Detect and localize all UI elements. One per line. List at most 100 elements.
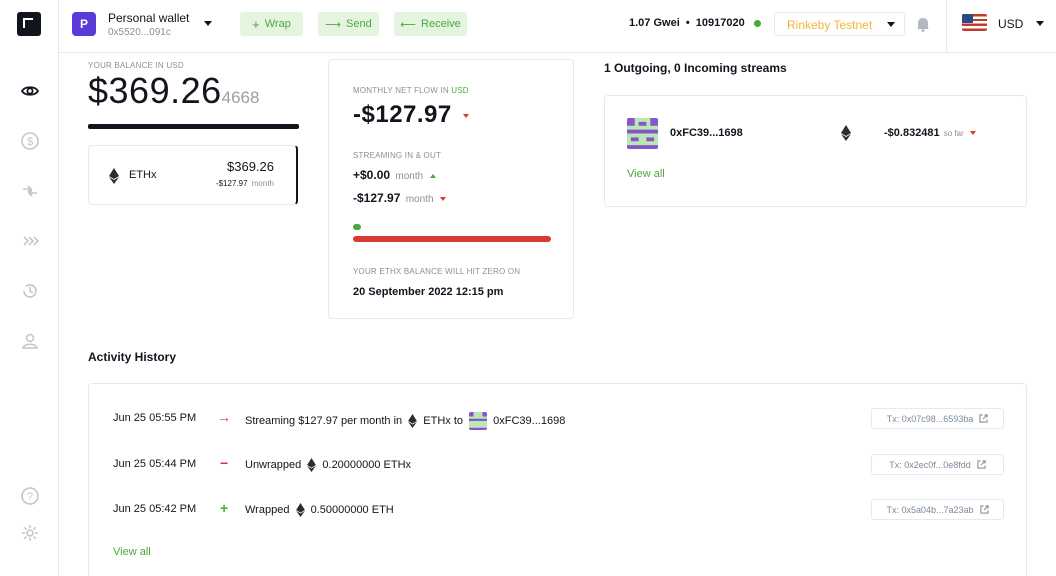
receive-label: Receive	[421, 18, 461, 30]
eth-icon	[307, 458, 317, 472]
app-root: $ ? P Personal wallet 0x5520...091c + Wr…	[0, 0, 1056, 576]
address-avatar-icon	[469, 412, 488, 430]
tx-hash: Tx: 0x5a04b...7a23ab	[886, 504, 974, 515]
stream-amount-value: -$0.832481	[884, 127, 940, 139]
wrap-label: Wrap	[264, 18, 291, 30]
balance-bar	[88, 124, 299, 129]
separator: •	[685, 17, 690, 29]
netflow-label: MONTHLY NET FLOW IN USD	[353, 86, 469, 95]
balance-main: $369.26	[88, 70, 222, 111]
stream-out-row: -$127.97 month	[353, 191, 446, 205]
tx-hash: Tx: 0x2ec0f...0e8fdd	[889, 459, 971, 470]
token-flow-value: -$127.97	[215, 179, 248, 188]
history-icon[interactable]	[17, 278, 43, 304]
token-flow: -$127.97 month	[216, 179, 274, 188]
eth-icon	[408, 414, 418, 428]
netflow-label-currency: USD	[451, 86, 469, 95]
send-label: Send	[346, 18, 372, 30]
svg-text:$: $	[27, 136, 33, 148]
tx-link-button[interactable]: Tx: 0x07c98...6593ba	[871, 408, 1004, 429]
eth-icon	[841, 125, 851, 141]
logo-icon[interactable]	[17, 12, 41, 36]
wallet-address: 0x5520...091c	[108, 27, 171, 38]
stream-out-track	[353, 236, 551, 242]
activity-row[interactable]: Jun 25 05:42 PM + Wrapped 0.50000000 ETH…	[89, 499, 1026, 521]
plus-icon: +	[220, 500, 229, 516]
receive-button[interactable]: ⟵ Receive	[394, 12, 467, 36]
activity-row[interactable]: Jun 25 05:55 PM → Streaming $127.97 per …	[89, 408, 1026, 430]
netflow-value: -$127.97	[353, 101, 469, 129]
netflow-label-text: MONTHLY NET FLOW IN	[353, 86, 452, 95]
status-dot-icon	[753, 19, 761, 27]
tx-link-button[interactable]: Tx: 0x2ec0f...0e8fdd	[871, 454, 1004, 475]
activity-description: Unwrapped 0.20000000 ETHx	[245, 458, 411, 472]
stream-out-unit: month	[405, 194, 434, 205]
activity-token: ETHx	[423, 414, 451, 427]
address-avatar-icon	[627, 118, 658, 149]
external-link-icon	[979, 414, 988, 423]
svg-text:?: ?	[27, 491, 33, 503]
streams-view-all-link[interactable]: View all	[627, 168, 665, 180]
stream-out-bar	[353, 236, 551, 242]
wallet-avatar: P	[72, 12, 96, 36]
zero-label: YOUR ETHX BALANCE WILL HIT ZERO ON	[353, 267, 521, 276]
activity-token: 0.50000000 ETH	[310, 503, 394, 516]
activity-token: 0.20000000 ETHx	[322, 458, 412, 471]
minus-icon: −	[220, 455, 229, 471]
gas-status: 1.07 Gwei • 10917020	[629, 17, 761, 29]
send-button[interactable]: ⟶ Send	[318, 12, 379, 36]
netflow-value-text: -$127.97	[353, 101, 452, 128]
token-card[interactable]: ETHx $369.26 -$127.97 month	[88, 145, 298, 205]
bell-icon[interactable]	[916, 16, 930, 32]
user-icon[interactable]	[17, 328, 43, 354]
stream-amount: -$0.832481 so far	[884, 127, 976, 139]
settings-icon[interactable]	[17, 520, 43, 546]
stream-out-value: -$127.97	[353, 191, 401, 205]
currency-label: USD	[998, 17, 1024, 31]
activity-prefix: Streaming $127.97 per month in	[245, 414, 403, 427]
dollar-icon[interactable]: $	[17, 128, 43, 154]
activity-prefix: Wrapped	[245, 503, 290, 516]
stream-in-bar	[353, 224, 361, 230]
network-name: Rinkeby Testnet	[787, 18, 873, 32]
gas-price: 1.07 Gwei	[629, 17, 680, 29]
activity-view-all-link[interactable]: View all	[113, 546, 151, 558]
streams-card: 0xFC39...1698 -$0.832481 so far View all	[604, 95, 1027, 207]
plus-icon: +	[252, 16, 260, 32]
stream-row[interactable]: 0xFC39...1698 -$0.832481 so far	[627, 118, 1007, 150]
balance-decimals: 4668	[221, 88, 260, 107]
currency-selector[interactable]: USD	[949, 0, 1056, 53]
wallet-name: Personal wallet	[108, 11, 190, 25]
zero-date: 20 September 2022 12:15 pm	[353, 286, 504, 298]
activity-description: Streaming $127.97 per month in ETHx to 0…	[245, 412, 565, 430]
stream-in-track	[353, 224, 551, 230]
chevron-down-icon	[204, 21, 212, 26]
arrow-right-icon: →	[217, 409, 231, 425]
external-link-icon	[979, 505, 989, 514]
chevron-down-icon	[1036, 21, 1044, 26]
divider	[946, 0, 947, 53]
token-name: ETHx	[129, 169, 157, 181]
tx-link-button[interactable]: Tx: 0x5a04b...7a23ab	[871, 499, 1004, 520]
down-arrow-icon	[439, 196, 446, 201]
eye-icon[interactable]	[17, 78, 43, 104]
streaming-label: STREAMING IN & OUT	[353, 151, 442, 160]
help-icon[interactable]: ?	[17, 483, 43, 509]
stream-in-row: +$0.00 month	[353, 168, 436, 182]
balance-value: $369.264668	[88, 70, 259, 112]
down-arrow-icon	[462, 113, 469, 118]
wrap-button[interactable]: + Wrap	[240, 12, 303, 36]
stream-amount-suffix: so far	[943, 129, 964, 138]
swap-icon[interactable]	[17, 178, 43, 204]
activity-time: Jun 25 05:55 PM	[113, 412, 197, 424]
activity-row[interactable]: Jun 25 05:44 PM − Unwrapped 0.20000000 E…	[89, 454, 1026, 476]
wallet-selector[interactable]: P Personal wallet 0x5520...091c	[59, 0, 219, 53]
activity-title: Activity History	[88, 350, 177, 364]
stream-in-value: +$0.00	[353, 168, 391, 182]
activity-time: Jun 25 05:44 PM	[113, 458, 197, 470]
activity-target: 0xFC39...1698	[493, 414, 566, 427]
network-selector[interactable]: Rinkeby Testnet	[774, 12, 905, 36]
streams-title: 1 Outgoing, 0 Incoming streams	[604, 61, 787, 75]
stream-icon[interactable]	[17, 228, 43, 254]
token-amount: $369.26	[227, 159, 274, 174]
